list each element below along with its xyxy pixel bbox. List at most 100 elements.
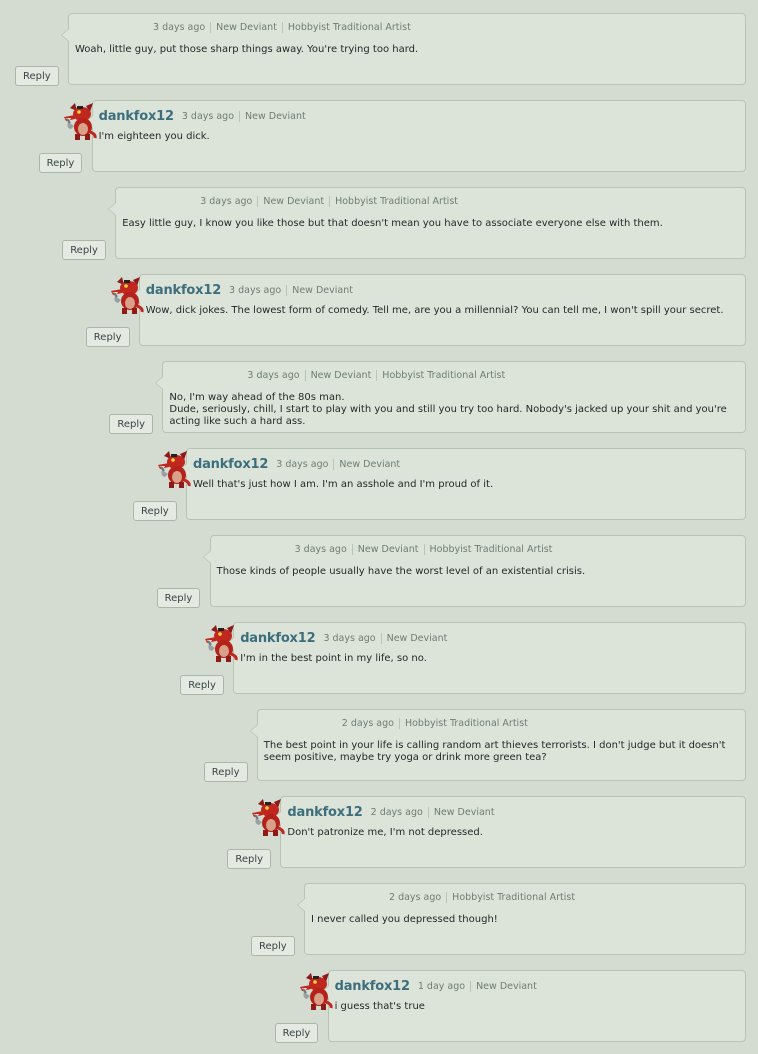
fox-avatar-icon[interactable] [156, 450, 192, 488]
comment-bubble: 2 days ago Hobbyist Traditional Artist The… [249, 709, 746, 781]
comment-meta: 3 days ago New Deviant Hobbyist Traditiona… [153, 22, 411, 33]
comment-text: i guess that's true [335, 1001, 737, 1013]
username-link[interactable]: dankfox12 [287, 805, 362, 820]
reply-button[interactable]: Reply [274, 1023, 319, 1043]
comment: 2 days ago Hobbyist Traditional Artist The… [0, 696, 758, 783]
comment: dankfox12 2 days ago New Deviant Don't patr… [0, 783, 758, 870]
comment-bubble: 3 days ago New Deviant Hobbyist Traditiona… [202, 535, 746, 607]
comment-text-line: Dude, seriously, chill, I start to play … [169, 404, 727, 427]
meta-divider [446, 892, 448, 903]
meta-divider [376, 370, 378, 381]
user-badge: Hobbyist Traditional Artist [404, 718, 528, 729]
user-badge: Hobbyist Traditional Artist [287, 22, 411, 33]
meta-divider [470, 981, 472, 992]
comment: 3 days ago New Deviant Hobbyist Traditiona… [0, 348, 758, 435]
username-link[interactable]: dankfox12 [193, 457, 268, 472]
comment-bubble: dankfox12 3 days ago New Deviant I'm eighte… [84, 100, 746, 172]
user-badge: New Deviant [339, 459, 401, 470]
timestamp-link[interactable]: 3 days ago [247, 370, 299, 381]
comment: 3 days ago New Deviant Hobbyist Traditiona… [0, 174, 758, 261]
comment-text: Woah, little guy, put those sharp things… [75, 44, 737, 56]
comment-text: Those kinds of people usually have the w… [217, 566, 737, 578]
comment-meta: dankfox12 3 days ago New Deviant [193, 457, 400, 472]
reply-button[interactable]: Reply [227, 849, 272, 869]
meta-divider [329, 196, 331, 207]
meta-divider [281, 22, 283, 33]
user-badge: New Deviant [216, 22, 277, 33]
reply-button[interactable]: Reply [15, 66, 59, 86]
comment-meta: dankfox12 3 days ago New Deviant [99, 109, 306, 124]
comment-meta: dankfox12 1 day ago New Deviant [335, 979, 537, 994]
fox-avatar-icon[interactable] [203, 624, 239, 662]
comment: dankfox12 3 days ago New Deviant Well that'… [0, 435, 758, 522]
comment-text-line: I never called you depressed though! [311, 914, 498, 925]
comment-text-line: I'm in the best point in my life, so no. [240, 653, 427, 664]
reply-button[interactable]: Reply [133, 501, 177, 521]
timestamp-link[interactable]: 3 days ago [229, 285, 281, 296]
reply-button[interactable]: Reply [109, 414, 154, 434]
comment-meta: 2 days ago Hobbyist Traditional Artist [342, 718, 528, 729]
comment-meta: 2 days ago Hobbyist Traditional Artist [389, 892, 575, 903]
comment-text: No, I'm way ahead of the 80s man. Dude, s… [169, 392, 737, 428]
reply-button[interactable]: Reply [85, 327, 130, 347]
timestamp-link[interactable]: 3 days ago [276, 459, 328, 470]
user-badge: New Deviant [476, 981, 537, 992]
comment: dankfox12 1 day ago New Deviant i guess tha… [0, 957, 758, 1044]
reply-button[interactable]: Reply [251, 936, 295, 956]
meta-divider [398, 718, 400, 729]
comment-bubble: dankfox12 3 days ago New Deviant Wow, dick … [131, 274, 746, 346]
comment-text-line: Don't patronize me, I'm not depressed. [287, 827, 483, 838]
user-badge: New Deviant [357, 544, 419, 555]
username-link[interactable]: dankfox12 [146, 283, 221, 298]
reply-button[interactable]: Reply [203, 762, 248, 782]
meta-divider [257, 196, 259, 207]
timestamp-link[interactable]: 2 days ago [371, 807, 423, 818]
user-badge: New Deviant [245, 111, 306, 122]
comment-text: Don't patronize me, I'm not depressed. [287, 827, 737, 839]
comment-text-line: Woah, little guy, put those sharp things… [75, 44, 419, 55]
timestamp-link[interactable]: 3 days ago [182, 111, 234, 122]
meta-divider [239, 111, 241, 122]
comment-text: I'm eighteen you dick. [99, 131, 737, 143]
comment-bubble: dankfox12 3 days ago New Deviant I'm in the… [226, 622, 746, 694]
comment: 2 days ago Hobbyist Traditional Artist I n… [0, 870, 758, 957]
timestamp-link[interactable]: 3 days ago [323, 633, 375, 644]
timestamp-link[interactable]: 2 days ago [342, 718, 394, 729]
meta-divider [286, 285, 288, 296]
fox-avatar-icon[interactable] [62, 102, 98, 140]
comment-bubble: 3 days ago New Deviant Hobbyist Traditiona… [108, 187, 746, 259]
user-badge: New Deviant [292, 285, 353, 296]
meta-divider [304, 370, 306, 381]
username-link[interactable]: dankfox12 [335, 979, 410, 994]
reply-button[interactable]: Reply [62, 240, 106, 260]
comment-text-line: i guess that's true [334, 1001, 425, 1012]
fox-avatar-icon[interactable] [298, 972, 334, 1010]
timestamp-link[interactable]: 1 day ago [418, 981, 465, 992]
comment-text-line: I'm eighteen you dick. [98, 131, 210, 142]
timestamp-link[interactable]: 3 days ago [153, 22, 205, 33]
comment-text-line: Easy little guy, I know you like those b… [122, 218, 663, 229]
comment-bubble: 3 days ago New Deviant Hobbyist Traditiona… [155, 361, 746, 433]
comment-text-line: The best point in your life is calling r… [263, 740, 726, 763]
fox-avatar-icon[interactable] [109, 276, 145, 314]
reply-button[interactable]: Reply [156, 588, 201, 608]
user-badge: Hobbyist Traditional Artist [452, 892, 576, 903]
timestamp-link[interactable]: 2 days ago [389, 892, 441, 903]
comment: 3 days ago New Deviant Hobbyist Traditiona… [0, 0, 758, 87]
fox-avatar-icon[interactable] [250, 798, 286, 836]
comment-text-line: No, I'm way ahead of the 80s man. [169, 392, 345, 403]
comment-meta: 3 days ago New Deviant Hobbyist Traditiona… [247, 370, 505, 381]
reply-button[interactable]: Reply [38, 153, 83, 173]
timestamp-link[interactable]: 3 days ago [200, 196, 252, 207]
username-link[interactable]: dankfox12 [240, 631, 315, 646]
comment-meta: 3 days ago New Deviant Hobbyist Traditiona… [200, 196, 458, 207]
comment-meta: dankfox12 3 days ago New Deviant [240, 631, 447, 646]
user-badge: Hobbyist Traditional Artist [382, 370, 506, 381]
comment: dankfox12 3 days ago New Deviant I'm in the… [0, 609, 758, 696]
meta-divider [380, 633, 382, 644]
comment: 3 days ago New Deviant Hobbyist Traditiona… [0, 522, 758, 609]
timestamp-link[interactable]: 3 days ago [295, 544, 347, 555]
username-link[interactable]: dankfox12 [99, 109, 174, 124]
reply-button[interactable]: Reply [180, 675, 224, 695]
comment-text-line: Wow, dick jokes. The lowest form of come… [145, 305, 724, 316]
